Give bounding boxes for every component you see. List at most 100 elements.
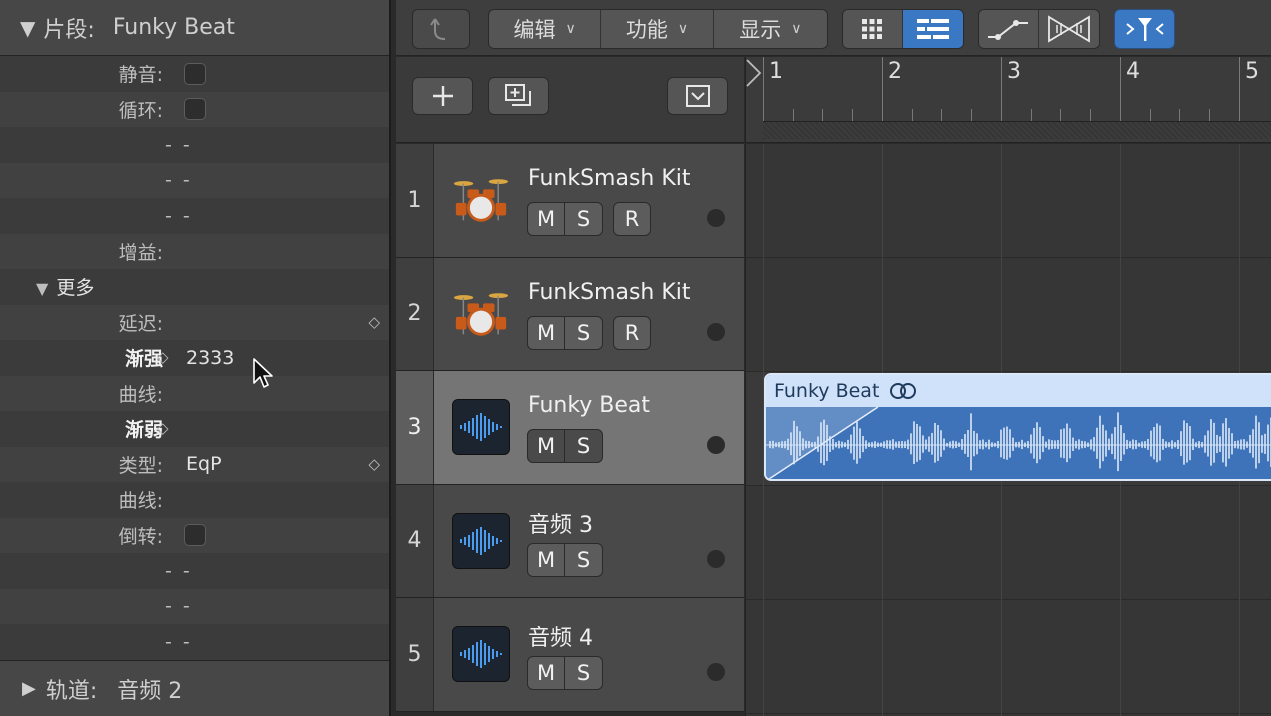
record-enable-button[interactable]: R — [613, 315, 651, 350]
track-header[interactable]: 2 FunkSmash Kit M S R — [396, 257, 744, 371]
edit-menu-button[interactable]: 编辑 ∨ — [489, 10, 602, 48]
mute-row: 静音: — [0, 56, 389, 92]
automation-button[interactable] — [979, 10, 1039, 48]
mute-checkbox[interactable] — [184, 62, 206, 85]
solo-button[interactable]: S — [565, 202, 603, 236]
track-activity-indicator — [707, 322, 725, 341]
mute-button[interactable]: M — [527, 202, 565, 236]
type-stepper-icon[interactable]: ◇ — [368, 456, 380, 472]
menu-group: 编辑 ∨ 功能 ∨ 显示 ∨ — [488, 9, 828, 49]
empty-value: -- — [165, 133, 201, 156]
track-activity-indicator — [707, 663, 725, 681]
fade-in-stepper-icon[interactable]: ◇ — [157, 350, 169, 365]
delay-label: 延迟: — [118, 312, 163, 335]
audio-region[interactable]: Funky Beat — [764, 373, 1271, 481]
track-header-selected[interactable]: 3 Funky Beat M S — [396, 371, 744, 485]
catch-playhead-icon — [1125, 18, 1164, 41]
record-enable-button[interactable]: R — [613, 202, 651, 236]
mute-button[interactable]: M — [527, 315, 565, 350]
delay-stepper-icon[interactable]: ◇ — [368, 314, 380, 330]
inspector-parameters: 静音: 循环: -- -- -- 增益: ▼ 更多 延迟: ◇ 渐强 ◇ 2333 — [0, 56, 389, 660]
track-activity-indicator — [707, 209, 725, 227]
cycle-area[interactable] — [763, 121, 1271, 139]
curve-label: 曲线: — [118, 490, 163, 513]
region-header[interactable]: Funky Beat — [766, 375, 1271, 407]
duplicate-track-button[interactable] — [488, 77, 549, 115]
track-list: 1 FunkSmash Kit M S R 2 FunkSmash Kit M … — [396, 144, 744, 712]
track-activity-indicator — [707, 436, 725, 454]
track-buttons: M S R — [527, 202, 651, 236]
reverse-checkbox[interactable] — [184, 524, 206, 547]
track-name[interactable]: FunkSmash Kit — [528, 280, 691, 305]
empty-value: -- — [165, 204, 201, 227]
track-inspector-header[interactable]: ▶ 轨道: 音频 2 — [0, 660, 389, 716]
bar-line — [1001, 57, 1002, 121]
duplicate-track-icon — [504, 84, 531, 106]
track-name[interactable]: Funky Beat — [528, 393, 650, 418]
disclosure-down-icon: ▼ — [36, 279, 49, 299]
solo-button[interactable]: S — [565, 656, 603, 690]
add-track-button[interactable] — [412, 77, 473, 115]
back-button[interactable] — [412, 9, 470, 49]
solo-button[interactable]: S — [565, 429, 603, 463]
mute-button[interactable]: M — [527, 656, 565, 690]
collapse-down-icon — [685, 85, 710, 107]
type-value[interactable]: EqP — [186, 453, 222, 475]
fade-out-stepper-icon[interactable]: ◇ — [157, 421, 169, 436]
track-header[interactable]: 1 FunkSmash Kit M S R — [396, 144, 744, 258]
loop-rings-icon — [890, 383, 917, 399]
playhead-marker-icon[interactable] — [746, 59, 764, 87]
loop-checkbox[interactable] — [184, 98, 206, 121]
track-lane[interactable] — [746, 600, 1271, 714]
track-lane[interactable] — [746, 258, 1271, 372]
track-buttons: M S — [527, 542, 603, 577]
track-buttons: M S — [527, 656, 603, 690]
beat-tick — [1031, 109, 1032, 121]
functions-menu-button[interactable]: 功能 ∨ — [601, 10, 714, 48]
view-menu-button[interactable]: 显示 ∨ — [713, 10, 827, 48]
functions-menu-label: 功能 — [625, 18, 668, 42]
fade-type-row: 类型: EqP ◇ — [0, 446, 389, 482]
empty-value: -- — [165, 595, 201, 618]
audio-waveform-icon — [452, 626, 510, 682]
more-section[interactable]: ▼ 更多 — [0, 269, 389, 305]
empty-param-row: -- — [0, 553, 389, 589]
tracks-view-button[interactable] — [902, 10, 963, 48]
track-buttons: M S R — [527, 315, 651, 350]
region-label: 片段: — [43, 17, 95, 43]
bar-number: 4 — [1126, 59, 1140, 84]
region-inspector-header[interactable]: ▼ 片段: Funky Beat — [0, 0, 389, 56]
tracks-workspace[interactable]: Funky Beat — [745, 144, 1271, 716]
grid-view-button[interactable] — [843, 10, 903, 48]
track-lane[interactable] — [746, 486, 1271, 600]
track-number: 3 — [396, 371, 434, 484]
type-label: 类型: — [118, 454, 163, 477]
solo-button[interactable]: S — [565, 315, 603, 350]
track-name[interactable]: 音频 3 — [528, 507, 593, 539]
bar-ruler[interactable]: 1 2 3 4 5 — [745, 57, 1271, 143]
chevron-down-icon: ∨ — [791, 21, 802, 37]
track-name[interactable]: 音频 4 — [528, 620, 593, 652]
empty-value: -- — [165, 559, 201, 582]
mute-button[interactable]: M — [527, 542, 565, 577]
fade-in-curve-row: 曲线: — [0, 375, 389, 411]
track-name: 音频 2 — [117, 678, 183, 704]
track-activity-indicator — [707, 549, 725, 568]
more-toggle[interactable]: ▼ 更多 — [36, 273, 94, 300]
region-title: Funky Beat — [774, 380, 880, 402]
fade-in-value[interactable]: 2333 — [186, 347, 234, 369]
reverse-row: 倒转: — [0, 517, 389, 553]
track-header[interactable]: 4 音频 3 M S — [396, 484, 744, 598]
mute-button[interactable]: M — [527, 429, 565, 463]
empty-param-row: -- — [0, 198, 389, 234]
track-lane[interactable] — [746, 144, 1271, 258]
catch-playhead-button[interactable] — [1114, 9, 1175, 49]
track-name[interactable]: FunkSmash Kit — [528, 166, 691, 191]
track-header[interactable]: 5 音频 4 M S — [396, 598, 744, 712]
global-tracks-button[interactable] — [667, 77, 728, 115]
disclosure-down-icon[interactable]: ▼ — [20, 16, 35, 40]
solo-button[interactable]: S — [565, 542, 603, 577]
disclosure-right-icon[interactable]: ▶ — [22, 678, 36, 699]
loop-label: 循环: — [118, 99, 163, 122]
flex-button[interactable] — [1038, 10, 1099, 48]
